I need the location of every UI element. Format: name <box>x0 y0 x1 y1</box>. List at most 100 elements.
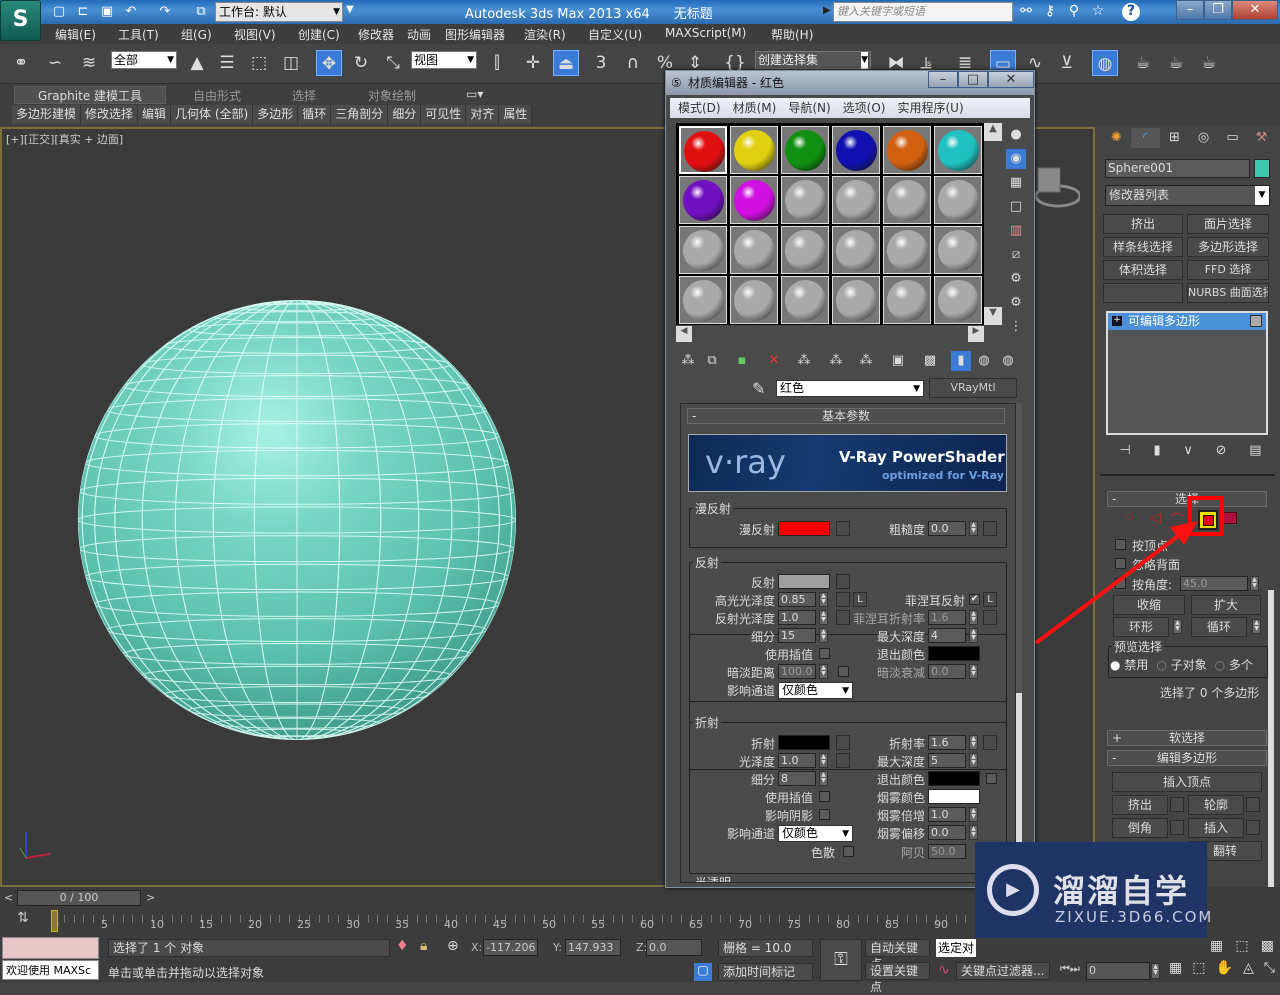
satellite-icon[interactable]: ⚲ <box>1064 3 1084 21</box>
render-production-icon[interactable]: ☕ <box>1196 50 1222 76</box>
material-slot[interactable] <box>883 226 931 274</box>
mod-patch-select-button[interactable]: 面片选择 <box>1187 214 1269 234</box>
material-slot[interactable] <box>832 226 880 274</box>
set-key-button[interactable]: 设置关键点 <box>865 962 930 994</box>
current-frame-field[interactable]: 0 <box>1086 962 1150 980</box>
menu-maxscript[interactable]: MAXScript(M) <box>665 26 746 40</box>
me-maximize-button[interactable]: □ <box>958 71 988 88</box>
time-config-icon[interactable]: ▦ <box>1169 960 1182 976</box>
preview-multi-radio[interactable]: ○ 多个 <box>1215 656 1253 673</box>
make-unique-icon[interactable]: ⁂ <box>794 351 814 371</box>
track-bar[interactable]: 051015202530354045505560657075808590 <box>44 907 986 935</box>
x-coordinate-field[interactable]: -117.206 <box>483 939 538 956</box>
material-slot[interactable] <box>832 126 880 174</box>
preview-subobject-radio[interactable]: ○ 子对象 <box>1156 656 1206 673</box>
reflect-map-button[interactable] <box>836 574 850 589</box>
options-icon[interactable]: ⚙ <box>1006 269 1026 289</box>
soft-selection-rollout[interactable]: + 软选择 <box>1107 730 1267 746</box>
key-icon[interactable]: ⚷ <box>1040 3 1060 21</box>
ribbon-edit[interactable]: 编辑 <box>138 105 172 124</box>
bind-space-warp-icon[interactable]: ≋ <box>76 50 102 76</box>
material-type-button[interactable]: VRayMtl <box>929 378 1017 398</box>
time-prev-button[interactable]: < <box>4 891 13 904</box>
diffuse-map-button[interactable] <box>836 521 850 536</box>
polygon-mode-icon[interactable] <box>1198 510 1218 530</box>
zoom-region-icon[interactable]: ⬚ <box>1192 960 1205 976</box>
mod-vol-select-button[interactable]: 体积选择 <box>1103 260 1183 280</box>
slots-scroll-down[interactable]: ▼ <box>984 307 1002 325</box>
z-coordinate-field[interactable]: 0.0 <box>646 939 702 956</box>
refl-subdivs-spinner[interactable]: ▲ ▼ <box>819 628 828 643</box>
menu-group[interactable]: 组(G) <box>181 26 212 43</box>
dim-distance-field[interactable]: 100.0 <box>778 664 816 679</box>
keyboard-shortcut-override-icon[interactable]: ⏏ <box>553 50 579 76</box>
grow-button[interactable]: 扩大 <box>1191 595 1261 615</box>
help-icon[interactable]: ? <box>1122 3 1140 21</box>
go-forward-sibling-icon[interactable]: ◍ <box>974 351 994 371</box>
minimize-button[interactable]: – <box>1176 0 1204 20</box>
material-slot[interactable] <box>832 276 880 324</box>
angle-spinner[interactable]: ▲ ▼ <box>1250 576 1259 591</box>
material-slot[interactable] <box>781 226 829 274</box>
refl-max-depth-field[interactable]: 4 <box>928 628 966 643</box>
angle-snap-icon[interactable]: ∩ <box>620 50 646 76</box>
maxscript-mini-listener[interactable]: 欢迎使用 MAXSc <box>2 960 99 980</box>
link-icon[interactable]: ⚭ <box>8 50 34 76</box>
key-mode-toggle-icon[interactable]: ⏮⏭ <box>1060 962 1080 976</box>
material-slot[interactable] <box>730 226 778 274</box>
me-menu-options[interactable]: 选项(O) <box>843 101 886 115</box>
dim-falloff-field[interactable]: 0.0 <box>928 664 966 679</box>
put-to-scene-icon[interactable]: ⧉ <box>702 351 722 371</box>
undo-icon[interactable]: ↶ <box>122 3 140 21</box>
refl-affect-channels-select[interactable]: 仅颜色 ▼ <box>778 682 853 699</box>
ribbon-tris[interactable]: 三角剖分 <box>331 105 389 124</box>
remove-modifier-icon[interactable]: ⊘ <box>1216 443 1227 463</box>
sample-type-icon[interactable]: ● <box>1006 125 1026 145</box>
key-mode-select[interactable]: 选定对 <box>936 939 976 957</box>
stack-item-editable-poly[interactable]: + 可编辑多边形 <box>1108 313 1266 330</box>
refr-gloss-field[interactable]: 1.0 <box>778 753 816 768</box>
fog-bias-field[interactable]: 0.0 <box>928 825 966 840</box>
ribbon-tab-freeform[interactable]: 自由形式 <box>193 87 241 104</box>
show-end-result-icon[interactable]: ▩ <box>920 351 940 371</box>
fog-mult-spinner[interactable]: ▲ ▼ <box>969 807 978 822</box>
maxscript-listener[interactable] <box>2 937 99 959</box>
unlink-icon[interactable]: ∽ <box>42 50 68 76</box>
ior-field[interactable]: 1.6 <box>928 735 966 750</box>
pick-from-object-icon[interactable]: ◍ <box>998 351 1018 371</box>
slots-scroll-up[interactable]: ▲ <box>984 123 1002 141</box>
bevel-settings-button[interactable] <box>1170 820 1184 835</box>
auto-key-button[interactable]: 自动关键点 <box>865 939 930 971</box>
outline-settings-button[interactable] <box>1246 797 1260 812</box>
material-id-channel-icon[interactable]: ⁂ <box>856 351 876 371</box>
material-slot[interactable] <box>934 226 982 274</box>
select-object-icon[interactable]: ▲ <box>184 50 210 76</box>
material-editor-icon[interactable]: ◍ <box>1092 50 1118 76</box>
application-button[interactable]: S <box>0 0 41 41</box>
inset-settings-button[interactable] <box>1246 820 1260 835</box>
select-rotate-icon[interactable]: ↻ <box>348 50 374 76</box>
fresnel-ior-map-button[interactable] <box>983 610 997 625</box>
me-minimize-button[interactable]: – <box>928 71 958 88</box>
named-selection-set-select[interactable]: 创建选择集 ▼ <box>755 51 871 69</box>
video-color-check-icon[interactable]: ▥ <box>1006 221 1026 241</box>
material-slot[interactable] <box>679 176 727 224</box>
utilities-tab-icon[interactable]: ⚒ <box>1247 128 1276 148</box>
current-frame-spinner[interactable]: ▲ ▼ <box>1151 963 1160 979</box>
save-icon[interactable]: ▣ <box>98 3 116 21</box>
maximize-viewport-icon[interactable]: ⤡ <box>1264 960 1275 976</box>
material-slot[interactable] <box>679 276 727 324</box>
time-next-button[interactable]: > <box>146 891 155 904</box>
current-frame-marker[interactable] <box>51 910 58 932</box>
open-file-icon[interactable]: ⊏ <box>74 3 92 21</box>
mod-empty-button[interactable] <box>1103 283 1183 303</box>
refract-color-swatch[interactable] <box>778 735 830 750</box>
diffuse-color-swatch[interactable] <box>778 521 830 536</box>
close-button[interactable]: ✕ <box>1232 0 1278 20</box>
backlight-icon[interactable]: ◉ <box>1006 149 1026 169</box>
zoom-extents-icon[interactable]: ⬚ <box>1235 938 1248 954</box>
refr-max-depth-field[interactable]: 5 <box>928 753 966 768</box>
object-color-swatch[interactable] <box>1254 159 1270 178</box>
go-to-parent-icon[interactable]: ▮ <box>951 351 971 371</box>
put-to-library-icon[interactable]: ⁂ <box>826 351 846 371</box>
